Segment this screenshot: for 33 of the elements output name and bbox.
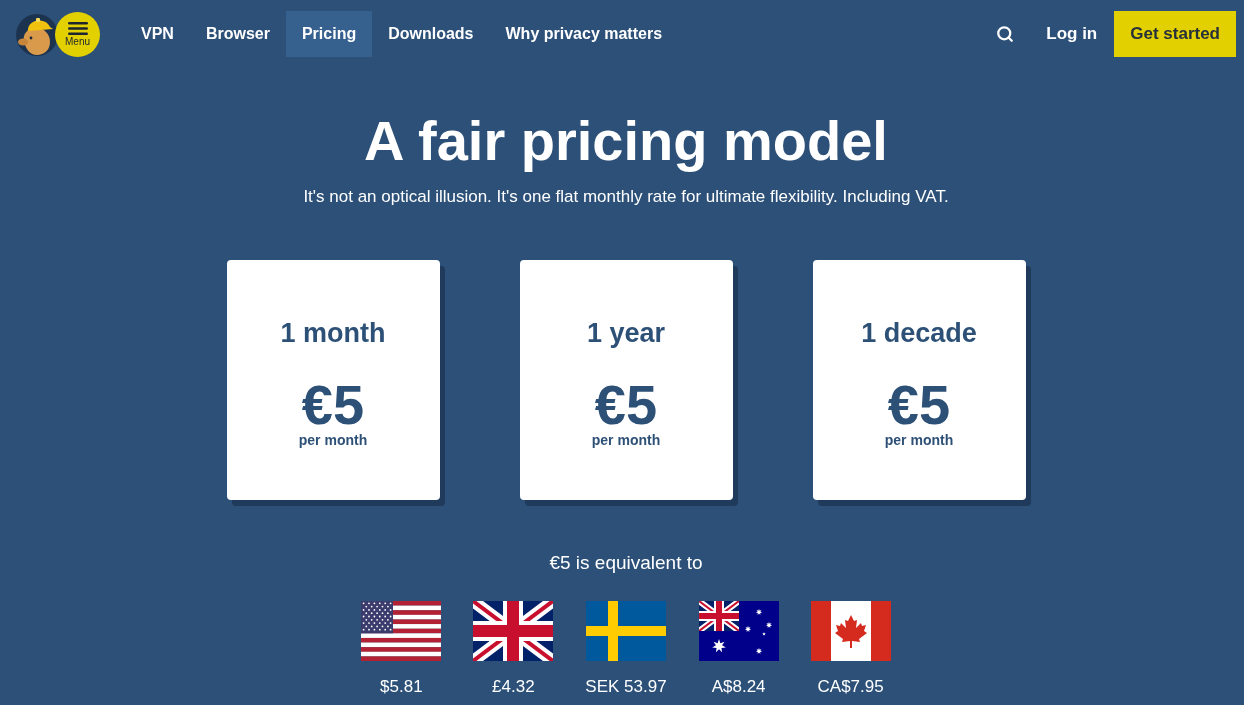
nav-link[interactable]: Pricing xyxy=(285,11,373,57)
nav-link[interactable]: Why privacy matters xyxy=(489,11,679,57)
plan-period: 1 year xyxy=(586,317,666,350)
mole-logo[interactable] xyxy=(16,11,58,57)
us-flag-icon xyxy=(361,601,442,661)
currency-amount: SEK 53.97 xyxy=(585,676,667,698)
australia-flag-icon xyxy=(698,601,779,661)
nav-link[interactable]: Browser xyxy=(189,11,286,57)
currency-amount: A$8.24 xyxy=(711,676,766,698)
uk-flag-icon xyxy=(473,601,554,661)
plan-period: 1 decade xyxy=(861,317,977,350)
equivalents-heading: €5 is equivalent to xyxy=(549,551,703,575)
search-icon[interactable] xyxy=(996,25,1015,43)
price-unit: per month xyxy=(298,431,368,449)
get-started-button[interactable]: Get started xyxy=(1114,11,1236,57)
price-unit: per month xyxy=(884,431,954,449)
plan-price: €5 xyxy=(594,380,658,430)
plan-price: €5 xyxy=(301,380,365,430)
login-link[interactable]: Log in xyxy=(1046,24,1098,44)
nav-link[interactable]: Downloads xyxy=(372,11,490,57)
page-heading: A fair pricing model xyxy=(364,108,888,173)
menu-button[interactable]: Menu xyxy=(55,11,100,57)
menu-icon xyxy=(67,21,88,35)
plan-period: 1 month xyxy=(280,317,386,350)
plan-price: €5 xyxy=(887,380,951,430)
page-subtitle: It's not an optical illusion. It's one flat monthly rate for ultimate flexibility. Including VAT. xyxy=(303,186,949,208)
currency-amount: £4.32 xyxy=(492,676,535,698)
currency-amount: CA$7.95 xyxy=(817,676,884,698)
price-unit: per month xyxy=(591,431,661,449)
currency-amount: $5.81 xyxy=(380,676,423,698)
sweden-flag-icon xyxy=(586,601,666,661)
canada-flag-icon xyxy=(810,601,891,661)
nav-link[interactable]: VPN xyxy=(125,11,190,57)
